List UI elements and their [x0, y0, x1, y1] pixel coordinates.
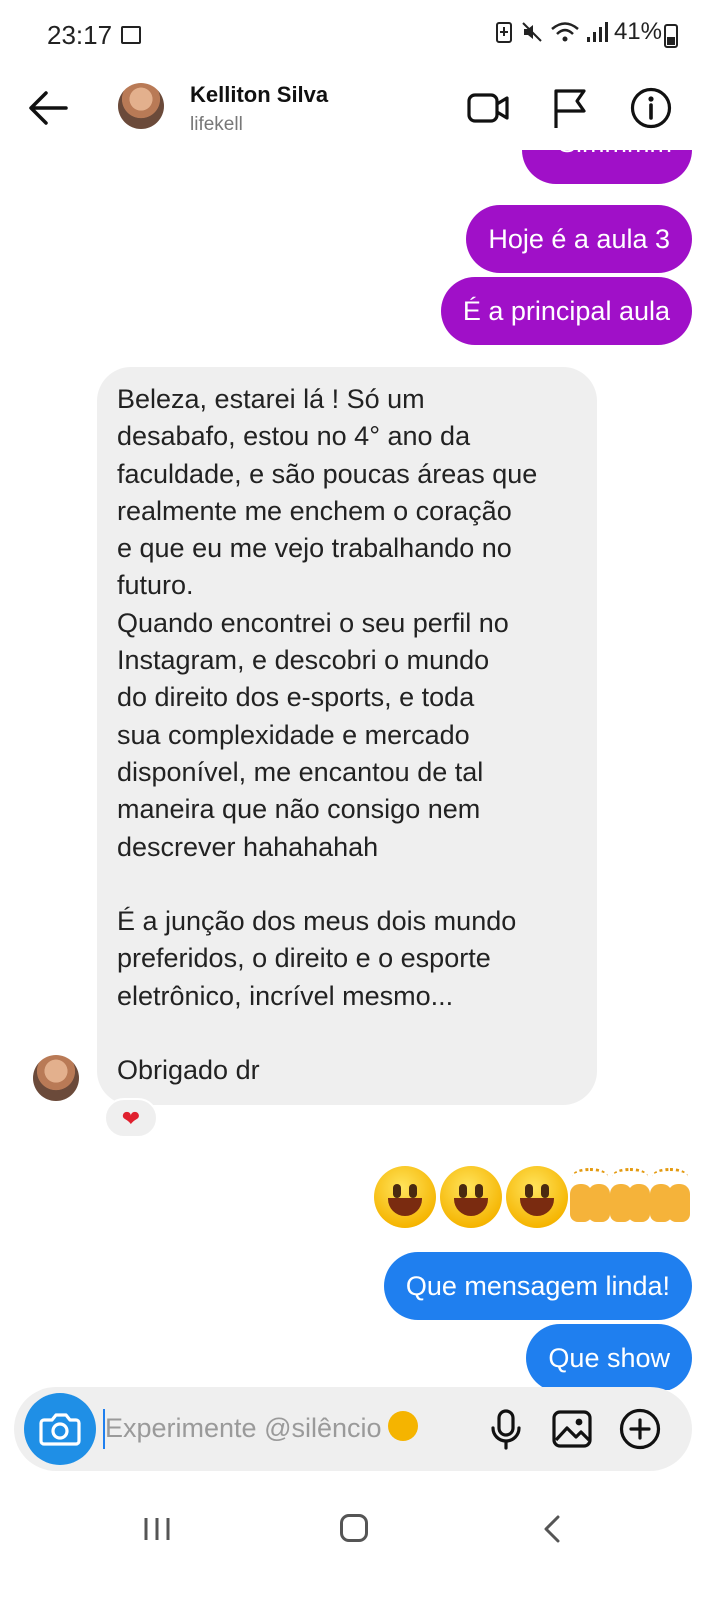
status-time: 23:17	[47, 20, 113, 50]
signal-icon	[586, 22, 608, 42]
outgoing-message[interactable]: É a principal aula	[440, 277, 692, 345]
raising-hands-emoji-icon	[648, 1168, 692, 1226]
gallery-icon[interactable]	[550, 1407, 594, 1451]
contact-name[interactable]: Kelliton Silva	[190, 82, 328, 108]
wifi-icon	[551, 22, 579, 42]
system-navigation-bar	[0, 1480, 720, 1600]
chat-header: Kelliton Silva lifekell	[0, 70, 720, 150]
video-call-icon[interactable]	[466, 86, 510, 130]
message-input-placeholder: Experimente @silêncio	[105, 1413, 382, 1443]
message-list[interactable]: Simmmm Hoje é a aula 3 É a principal aul…	[0, 150, 720, 1390]
back-icon[interactable]	[540, 1514, 564, 1544]
camera-button[interactable]	[24, 1393, 96, 1465]
home-icon[interactable]	[340, 1514, 368, 1542]
back-arrow-icon[interactable]	[26, 88, 70, 128]
outgoing-message[interactable]: Hoje é a aula 3	[466, 205, 692, 273]
sender-avatar[interactable]	[33, 1055, 79, 1101]
grinning-face-emoji-icon	[440, 1166, 502, 1228]
outgoing-message[interactable]: Que show	[526, 1324, 692, 1390]
plus-icon[interactable]	[618, 1407, 662, 1451]
camera-icon	[39, 1413, 81, 1446]
grinning-face-emoji-icon	[374, 1166, 436, 1228]
microphone-icon[interactable]	[484, 1407, 528, 1451]
image-notification-icon	[121, 26, 141, 44]
raising-hands-emoji-icon	[608, 1168, 652, 1226]
battery-percent: 41%	[613, 18, 662, 45]
status-indicators: 41%	[494, 18, 662, 46]
heart-reaction-icon[interactable]: ❤	[104, 1098, 158, 1138]
grinning-face-emoji-icon	[506, 1166, 568, 1228]
info-icon[interactable]	[629, 86, 673, 130]
contact-username[interactable]: lifekell	[190, 114, 243, 136]
message-composer[interactable]: Experimente @silêncio	[14, 1387, 692, 1471]
battery-saver-icon	[495, 22, 512, 43]
outgoing-message[interactable]: Que mensagem linda!	[383, 1252, 692, 1320]
raising-hands-emoji-icon	[568, 1168, 612, 1226]
status-bar: 23:17 41%	[0, 0, 720, 70]
mute-icon	[522, 22, 542, 42]
contact-avatar[interactable]	[118, 83, 164, 129]
recents-icon[interactable]	[142, 1516, 172, 1542]
message-input[interactable]: Experimente @silêncio	[105, 1411, 418, 1444]
incoming-message[interactable]: Beleza, estarei lá ! Só um desabafo, est…	[97, 367, 597, 1105]
battery-icon	[664, 24, 678, 48]
outgoing-message-partial-text: Simmmm	[558, 150, 672, 159]
shushing-face-icon	[387, 1411, 418, 1441]
emoji-message[interactable]	[374, 1162, 692, 1232]
flag-icon[interactable]	[548, 86, 592, 130]
incoming-message-text: Beleza, estarei lá ! Só um desabafo, est…	[117, 384, 538, 1086]
